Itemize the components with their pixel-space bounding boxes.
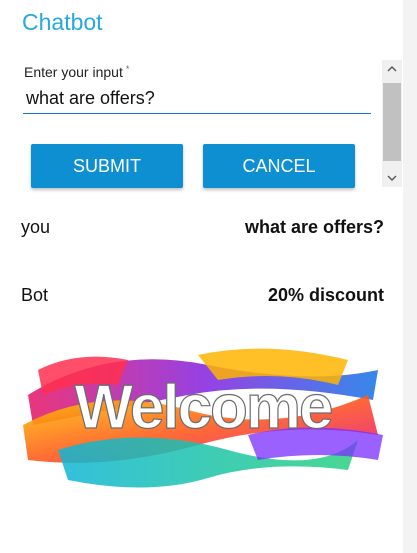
chat-row-user: you what are offers? [21, 217, 384, 238]
chat-sender: you [21, 217, 51, 237]
cancel-button[interactable]: CANCEL [203, 144, 355, 188]
scroll-up-icon[interactable] [382, 60, 402, 78]
form-scrollbar[interactable] [382, 60, 402, 187]
user-input-field[interactable] [23, 84, 371, 114]
required-mark: * [125, 64, 130, 74]
chat-row-bot: Bot 20% discount [21, 285, 384, 306]
app-title: Chatbot [22, 9, 103, 35]
chatbot-panel: Chatbot Enter your input* SUBMIT CANCEL … [0, 0, 403, 553]
input-label-text: Enter your input [24, 64, 123, 80]
input-label: Enter your input * [24, 64, 129, 80]
input-form: Enter your input* SUBMIT CANCEL [0, 58, 403, 188]
scroll-down-icon[interactable] [382, 169, 402, 187]
submit-button[interactable]: SUBMIT [31, 144, 183, 188]
welcome-text: Welcome [74, 373, 332, 442]
chat-message: what are offers? [244, 217, 384, 237]
scrollbar-thumb[interactable] [383, 83, 401, 161]
welcome-banner-image: Welcome [18, 340, 388, 490]
chat-message: 20% discount [267, 285, 384, 305]
chat-sender: Bot [21, 285, 49, 305]
